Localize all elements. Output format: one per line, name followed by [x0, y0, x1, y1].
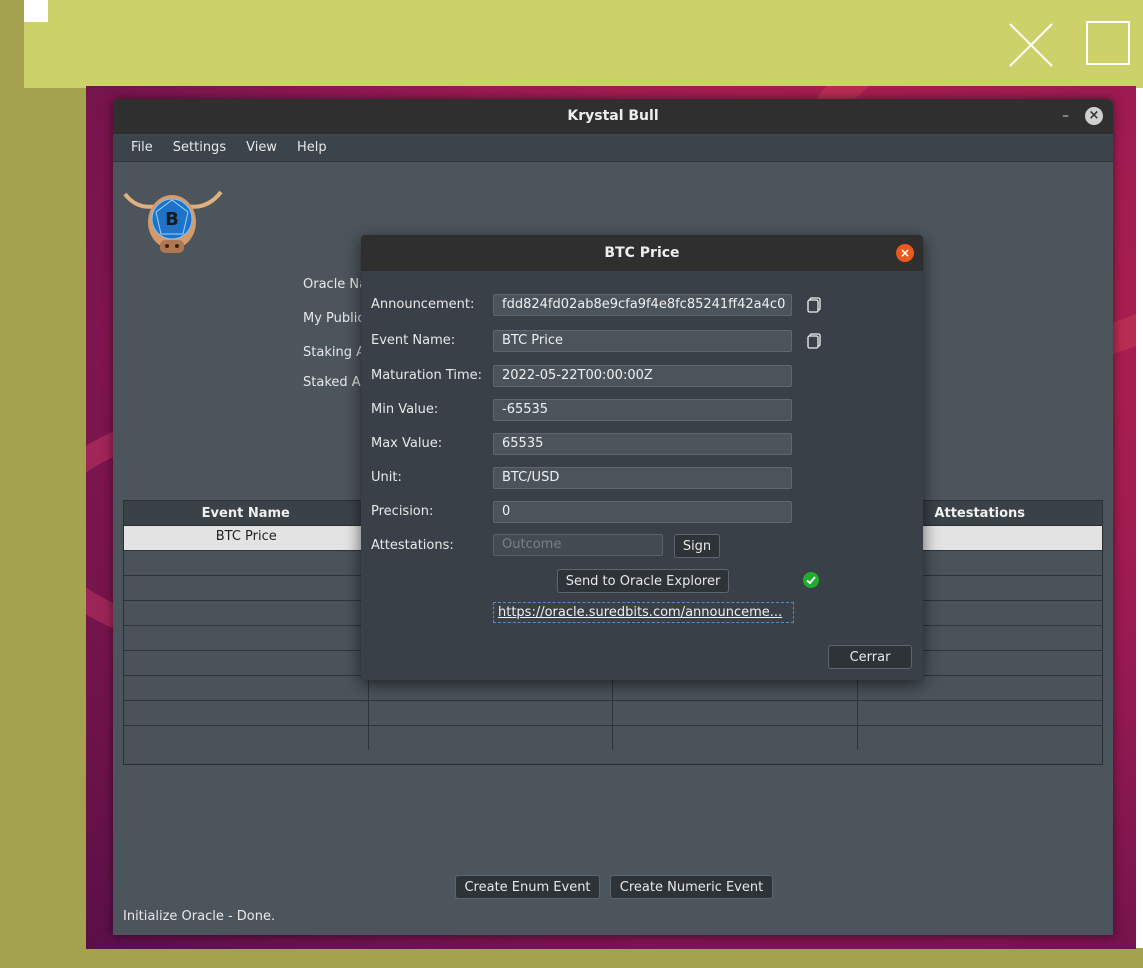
- status-text: Initialize Oracle - Done.: [123, 909, 276, 924]
- staking-address-label: Staking A: [303, 345, 365, 360]
- minimize-icon[interactable]: –: [1062, 99, 1069, 134]
- table-cell: BTC Price: [215, 529, 277, 544]
- oracle-name-label: Oracle Na: [303, 277, 368, 292]
- column-header-event-name[interactable]: Event Name: [124, 501, 369, 525]
- staked-amount-label: Staked A: [303, 375, 361, 390]
- min-value-field[interactable]: -65535: [493, 399, 792, 421]
- check-icon: [803, 572, 819, 588]
- svg-text:B: B: [165, 209, 179, 230]
- attestations-label: Attestations:: [371, 538, 454, 553]
- menubar: File Settings View Help: [113, 134, 1113, 162]
- dialog-close-icon[interactable]: ×: [896, 244, 914, 262]
- oracle-explorer-link[interactable]: https://oracle.suredbits.com/announceme.…: [493, 602, 794, 623]
- max-value-label: Max Value:: [371, 436, 443, 451]
- menu-view[interactable]: View: [236, 134, 287, 161]
- unit-label: Unit:: [371, 470, 402, 485]
- maximize-square-icon[interactable]: [1086, 21, 1130, 65]
- window-titlebar[interactable]: Krystal Bull – ×: [113, 99, 1113, 134]
- create-enum-event-button[interactable]: Create Enum Event: [455, 875, 600, 899]
- maturation-time-field[interactable]: 2022-05-22T00:00:00Z: [493, 365, 792, 387]
- table-row[interactable]: [124, 726, 1102, 750]
- event-name-label: Event Name:: [371, 333, 456, 348]
- top-banner: [24, 0, 1143, 88]
- send-to-oracle-explorer-button[interactable]: Send to Oracle Explorer: [557, 569, 729, 593]
- cerrar-button[interactable]: Cerrar: [828, 645, 912, 669]
- copy-icon[interactable]: [807, 333, 821, 349]
- announcement-field[interactable]: fdd824fd02ab8e9cfa9f4e8fc85241ff42a4c0: [493, 294, 792, 316]
- dialog-title: BTC Price: [604, 245, 680, 261]
- menu-file[interactable]: File: [121, 134, 163, 161]
- max-value-field[interactable]: 65535: [493, 433, 792, 455]
- announcement-label: Announcement:: [371, 297, 475, 312]
- bottom-strip: [0, 949, 1143, 968]
- precision-field[interactable]: 0: [493, 501, 792, 523]
- maturation-time-label: Maturation Time:: [371, 368, 483, 383]
- sign-button[interactable]: Sign: [674, 534, 720, 558]
- event-name-field[interactable]: BTC Price: [493, 330, 792, 352]
- public-key-label: My Public: [303, 311, 365, 326]
- banner-corner: [24, 0, 48, 22]
- precision-label: Precision:: [371, 504, 434, 519]
- dialog-titlebar[interactable]: BTC Price ×: [361, 235, 923, 271]
- unit-field[interactable]: BTC/USD: [493, 467, 792, 489]
- close-x-icon[interactable]: [1008, 22, 1054, 68]
- menu-settings[interactable]: Settings: [163, 134, 236, 161]
- menu-help[interactable]: Help: [287, 134, 337, 161]
- outcome-input[interactable]: Outcome: [493, 534, 663, 556]
- copy-icon[interactable]: [807, 297, 821, 313]
- min-value-label: Min Value:: [371, 402, 439, 417]
- create-numeric-event-button[interactable]: Create Numeric Event: [610, 875, 773, 899]
- close-icon[interactable]: ×: [1085, 107, 1103, 125]
- table-row[interactable]: [124, 701, 1102, 726]
- btc-price-dialog: BTC Price × Announcement: fdd824fd02ab8e…: [361, 235, 923, 680]
- window-title: Krystal Bull: [567, 108, 659, 124]
- bull-logo-icon: B: [123, 190, 223, 253]
- right-edge: [1136, 88, 1143, 948]
